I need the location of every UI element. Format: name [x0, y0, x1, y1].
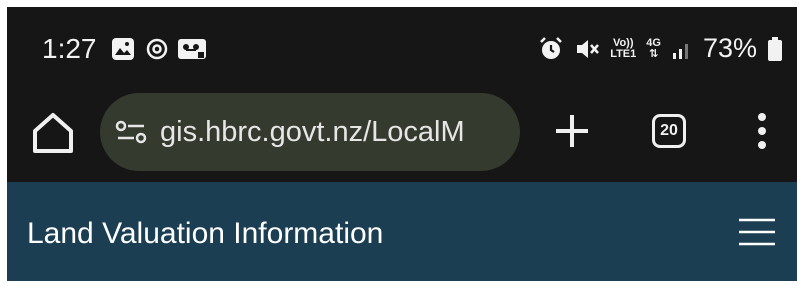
volte-text: Vo)): [612, 36, 634, 49]
network-volte-label: Vo)) LTE1: [610, 36, 637, 60]
status-time: 1:27: [42, 33, 97, 64]
status-bar: 1:27 Vo)) LTE1 4G ⇅ 73%: [7, 7, 797, 87]
network-type-text: 4G: [646, 36, 661, 49]
site-settings-icon[interactable]: [114, 117, 150, 147]
mute-icon: [577, 39, 600, 58]
alarm-icon: [540, 36, 563, 59]
status-right-group: Vo)) LTE1 4G ⇅ 73%: [538, 33, 783, 64]
tab-switcher-button[interactable]: 20: [652, 114, 686, 148]
sync-icon: [146, 38, 168, 60]
page-title: Land Valuation Information: [27, 217, 384, 250]
lte-text: LTE1: [610, 47, 637, 60]
hamburger-menu-icon[interactable]: [737, 216, 777, 248]
battery-percent: 73%: [702, 33, 757, 63]
browser-toolbar: gis.hbrc.govt.nz/LocalM 20: [7, 87, 797, 182]
page-header: Land Valuation Information: [7, 182, 797, 281]
data-arrows-icon: ⇅: [649, 47, 659, 60]
address-bar[interactable]: gis.hbrc.govt.nz/LocalM: [100, 93, 520, 171]
network-type-label: 4G ⇅: [646, 36, 661, 60]
signal-icon: [672, 43, 688, 59]
battery-icon: [768, 36, 782, 61]
url-text[interactable]: gis.hbrc.govt.nz/LocalM: [160, 116, 510, 149]
new-tab-icon[interactable]: [550, 109, 594, 153]
home-icon[interactable]: [27, 107, 79, 159]
phone-screen: 1:27 Vo)) LTE1 4G ⇅ 73% gis.hbrc.govt.nz…: [7, 7, 797, 281]
tab-count: 20: [660, 122, 678, 139]
more-options-icon[interactable]: [752, 109, 772, 153]
voicemail-icon: [178, 39, 206, 59]
image-icon: [112, 38, 134, 60]
